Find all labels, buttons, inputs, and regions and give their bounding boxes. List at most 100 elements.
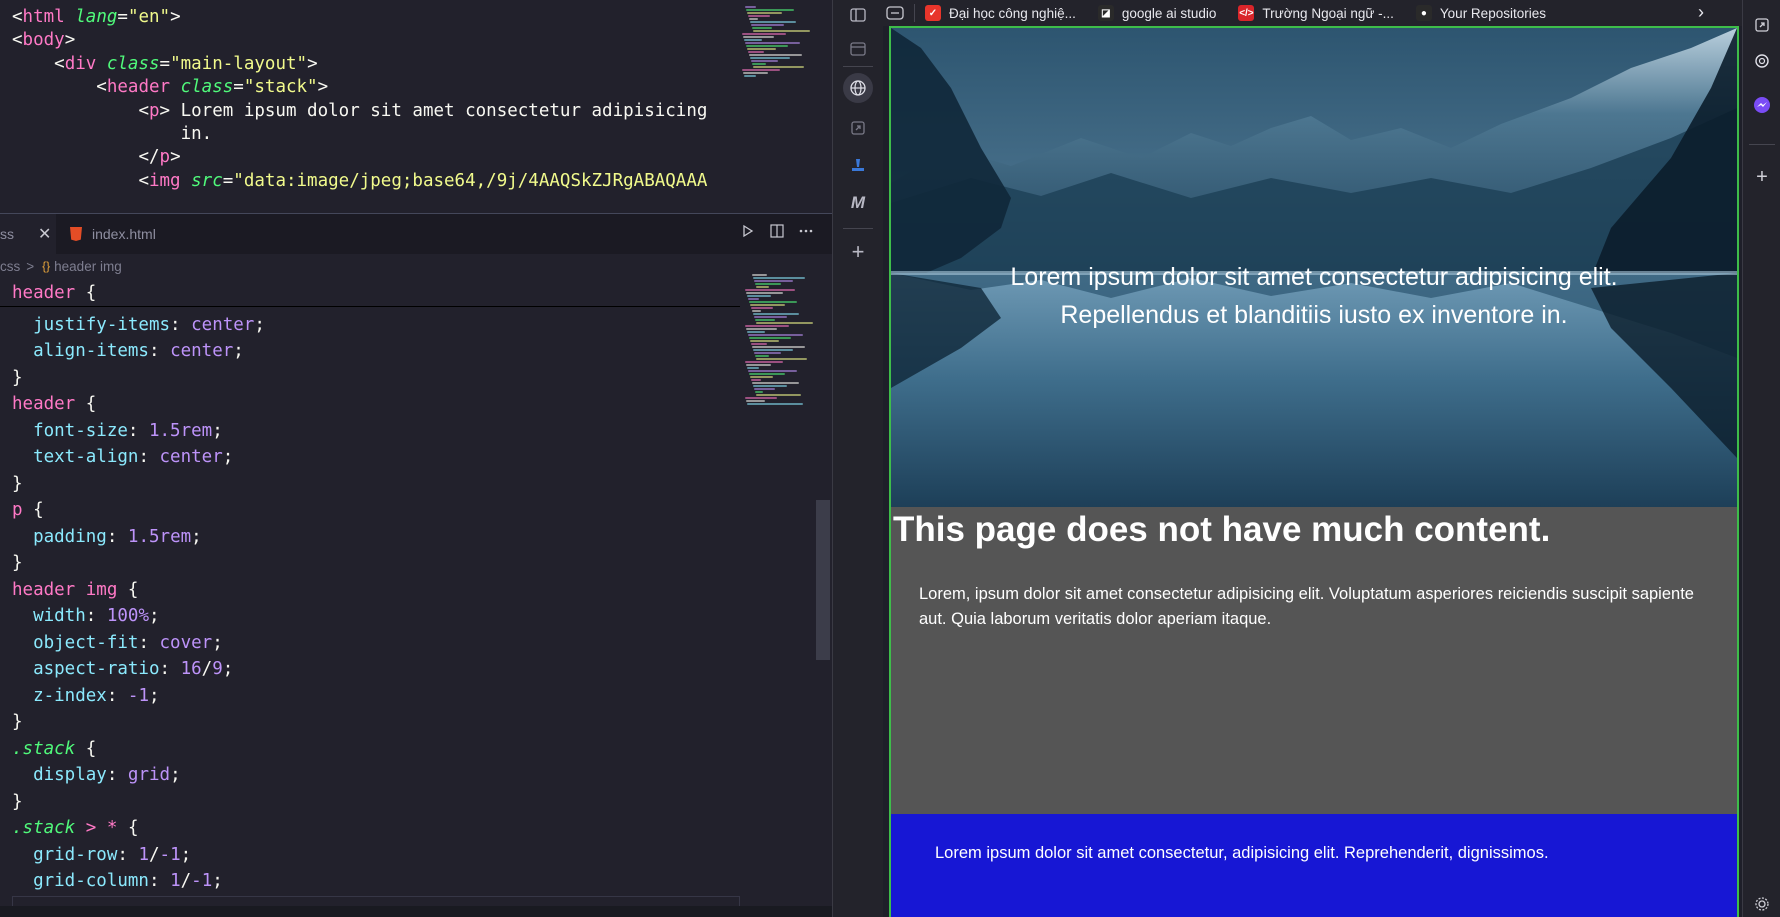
share-out-icon[interactable] [1751, 14, 1773, 36]
code-token: object-fit [33, 632, 139, 653]
css-code-line[interactable]: font-size: 1.5rem; [12, 418, 223, 444]
html-code-line[interactable]: <p> Lorem ipsum dolor sit amet consectet… [12, 98, 707, 124]
html-code-line[interactable]: <html lang="en"> [12, 4, 181, 30]
minimap-line [745, 361, 783, 363]
css-code-line[interactable]: grid-row: 1/-1; [12, 842, 191, 868]
close-icon[interactable]: ✕ [38, 224, 51, 244]
sticky-scroll-header[interactable]: header { [0, 278, 740, 307]
css-code-line[interactable]: } [12, 550, 23, 576]
code-token: : [148, 341, 171, 361]
code-token: { [75, 738, 97, 759]
chevron-right-icon[interactable]: › [1698, 2, 1704, 23]
tab-list-icon[interactable] [843, 34, 873, 64]
run-icon[interactable] [737, 223, 759, 245]
tab-index-html[interactable]: index.html [58, 214, 188, 254]
brush-icon[interactable] [843, 150, 873, 180]
split-editor-icon[interactable] [766, 223, 788, 245]
sticky-code-line[interactable]: header { [12, 280, 96, 306]
tab-css[interactable]: ss ✕ [0, 214, 56, 254]
html-code-line[interactable]: <body> [12, 27, 75, 53]
breadcrumb-symbol[interactable]: header img [54, 259, 122, 274]
bookmark-label: Trường Ngoại ngữ -... [1262, 5, 1394, 21]
breadcrumb-root[interactable]: css [0, 259, 20, 274]
css-code-line[interactable]: .stack > * { [12, 815, 138, 841]
bookmark-item[interactable]: ● Your Repositories [1415, 5, 1546, 21]
code-token: 1 [138, 844, 149, 865]
html-editor-pane[interactable]: <html lang="en"> <body> <div class="main-… [0, 0, 740, 213]
code-token: ; [233, 341, 244, 361]
minimap-line [747, 331, 765, 333]
messenger-icon[interactable] [1751, 94, 1773, 116]
css-code-line[interactable]: object-fit: cover; [12, 630, 223, 656]
minimap-line [746, 400, 765, 402]
html-code-line[interactable]: <header class="stack"> [12, 74, 328, 100]
bookmark-item[interactable]: </> Trường Ngoại ngữ -... [1238, 5, 1394, 21]
settings-icon[interactable] [1751, 893, 1773, 915]
code-token: { [75, 283, 97, 303]
html-code-line[interactable]: in. [12, 121, 213, 147]
css-code-line[interactable]: } [12, 471, 23, 497]
chatgpt-icon[interactable] [1751, 50, 1773, 72]
minimap-line [745, 289, 795, 291]
minimap-line [753, 349, 793, 351]
minimap-line [748, 51, 764, 53]
minimap-line [746, 328, 777, 330]
more-actions-icon[interactable] [795, 223, 817, 245]
code-token: img [148, 170, 181, 191]
code-editor: <html lang="en"> <body> <div class="main-… [0, 0, 832, 917]
sidebar-toggle-icon[interactable] [843, 0, 873, 30]
html-code-line[interactable]: <div class="main-layout"> [12, 51, 318, 77]
css-code-line[interactable]: header img { [12, 577, 138, 603]
css-code-line[interactable]: p { [12, 497, 44, 523]
css-code-line[interactable]: width: 100%; [12, 603, 159, 629]
css-code-line[interactable]: justify-items: center; [12, 312, 265, 338]
code-token: < [54, 53, 65, 74]
css-code-line[interactable]: } [12, 365, 23, 391]
mail-icon[interactable]: M [843, 188, 873, 218]
code-token: "data:image/jpeg;base64,/9j/4AAQSkZJRgAB… [233, 170, 708, 191]
editor-scrollbar[interactable] [816, 500, 830, 660]
add-icon[interactable]: + [843, 237, 873, 267]
css-code-line[interactable]: .stack { [12, 736, 96, 762]
bookmark-item[interactable]: ◪ google ai studio [1097, 5, 1216, 21]
bookmark-manager-icon[interactable] [882, 0, 908, 28]
css-code-line[interactable]: z-index: -1; [12, 683, 159, 709]
css-code-line[interactable]: } [12, 709, 23, 735]
html-code-line[interactable]: <img src="data:image/jpeg;base64,/9j/4AA… [12, 168, 707, 194]
code-token: ; [222, 447, 234, 467]
minimap-line [753, 30, 810, 32]
css-code-line[interactable]: display: grid; [12, 762, 181, 788]
code-token: -1 [191, 871, 213, 891]
css-code-line[interactable]: grid-column: 1/-1; [12, 868, 223, 894]
css-code-line[interactable]: aspect-ratio: 16/9; [12, 656, 233, 682]
css-code-line[interactable]: padding: 1.5rem; [12, 524, 202, 550]
minimap-top[interactable] [742, 6, 820, 86]
code-token: > [307, 53, 318, 74]
code-token: 16 [180, 659, 202, 679]
globe-icon[interactable] [843, 73, 873, 103]
minimap-bottom[interactable] [745, 274, 817, 414]
code-token: -1 [127, 685, 149, 706]
bookmark-item[interactable]: ✓ Đại học công nghiệ... [925, 5, 1076, 21]
code-token: = [117, 7, 128, 27]
share-icon[interactable] [843, 113, 873, 143]
page-heading: This page does not have much content. [893, 510, 1551, 549]
code-token: center [159, 447, 223, 467]
add-icon[interactable]: + [1751, 166, 1773, 188]
html-code-line[interactable]: </p> [12, 144, 180, 170]
browser-side-panel: M + [832, 0, 883, 917]
css-code-line[interactable]: text-align: center; [12, 444, 233, 470]
minimap-line [751, 379, 761, 381]
css-editor-pane[interactable]: color: white; justify-items: center; ali… [0, 282, 740, 906]
css-code-line[interactable]: header { [12, 391, 96, 417]
css-code-line[interactable]: align-items: center; [12, 338, 244, 364]
code-token: class [106, 53, 160, 74]
css-code-line[interactable]: } [12, 789, 23, 815]
minimap-line [746, 364, 771, 366]
